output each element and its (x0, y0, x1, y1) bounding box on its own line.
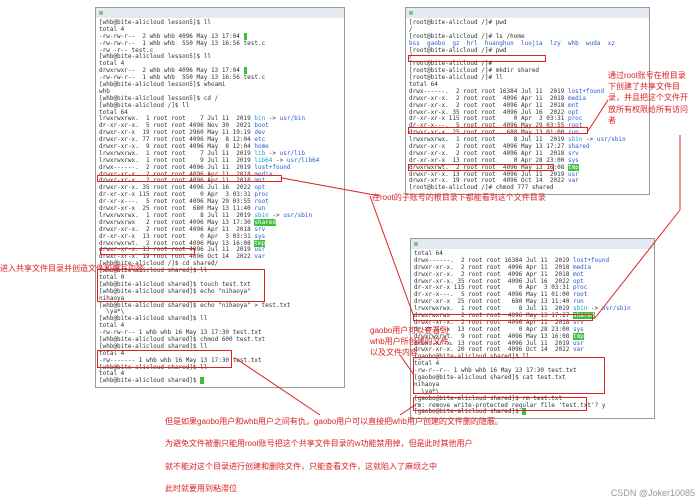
titlebar (96, 8, 344, 18)
highlight-box (413, 397, 587, 411)
watermark: CSDN @Joker10085 (611, 488, 695, 498)
highlight-box (408, 55, 546, 62)
terminal-content: [whb@bite-alicloud lesson5]$ ll total 4 … (96, 18, 344, 387)
annotation-left: 进入共享文件目录并创造文件和编写内容 (0, 263, 144, 274)
highlight-box (97, 175, 282, 182)
annotation-right-mid: gaobo用户可以查看到whb用户所创建的文件，以及文件内容 (370, 325, 460, 359)
highlight-box (413, 357, 605, 394)
highlight-box (97, 350, 232, 368)
annotation-right-top: 通过root账号在根目录下创建了共享文件目录，并且把这个文件开放所有权限给所有访… (608, 70, 693, 126)
titlebar (406, 8, 649, 18)
titlebar-dot (414, 242, 418, 246)
terminal-whb[interactable]: [whb@bite-alicloud lesson5]$ ll total 4 … (95, 7, 345, 388)
titlebar-dot (409, 11, 413, 15)
annotation-line: 为避免文件被删只能用root账号把这个共享文件目录的w功能禁用掉，但是此时其他用… (165, 438, 685, 449)
titlebar-dot (99, 11, 103, 15)
highlight-box (408, 127, 588, 134)
annotation-line: 就不能对这个目录进行创建和删除文件，只能查看文件，这就陷入了麻烦之中 (165, 461, 685, 472)
annotation-bottom: 但是如果gaobo用户和whb用户之间有仇，gaobo用户可以直接把whb用户创… (165, 416, 685, 494)
highlight-box (100, 248, 195, 255)
annotation-line: 但是如果gaobo用户和whb用户之间有仇，gaobo用户可以直接把whb用户创… (165, 416, 685, 427)
annotation-middle: 在root的子账号的根目录下都能看到这个文件目录 (372, 192, 546, 203)
annotation-line: 此时就要用到粘滞位 (165, 483, 685, 494)
highlight-box (408, 164, 554, 171)
highlight-box (413, 314, 593, 321)
titlebar (411, 239, 654, 249)
